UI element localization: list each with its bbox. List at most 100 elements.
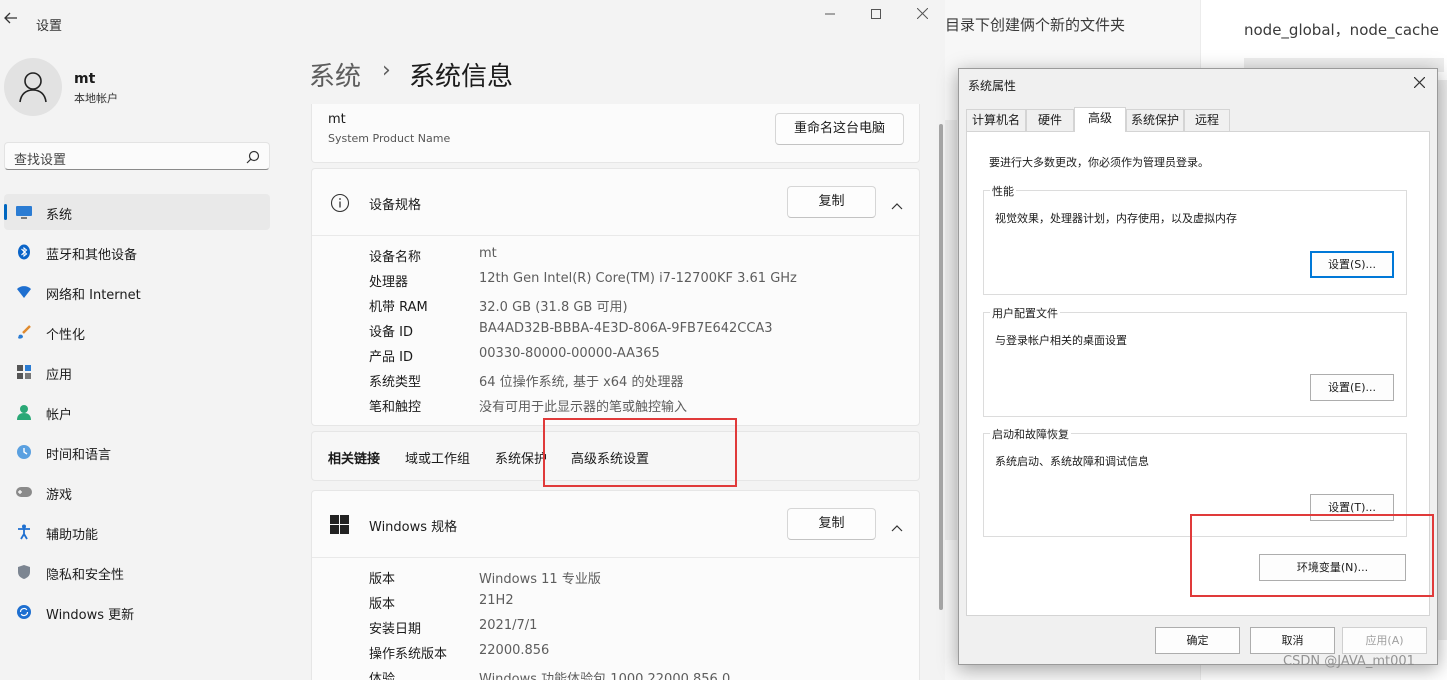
group-description: 与登录帐户相关的桌面设置 <box>995 334 1127 347</box>
close-icon[interactable] <box>1409 73 1429 93</box>
settings-window: 设置 mt 本地帐户 查找设置 系统 蓝牙和其他设备 网络和 Internet … <box>0 0 945 680</box>
sidebar-item-label: 游戏 <box>46 488 73 503</box>
scrollbar[interactable] <box>939 124 943 610</box>
profile-name: mt <box>74 71 96 87</box>
tab-hardware[interactable]: 硬件 <box>1026 109 1074 131</box>
sidebar-item-label: 时间和语言 <box>46 448 112 463</box>
bluetooth-icon <box>15 244 33 260</box>
breadcrumb-separator: › <box>382 58 391 83</box>
spec-value: mt <box>479 246 497 261</box>
sidebar-item-system[interactable]: 系统 <box>4 194 270 230</box>
person-avatar-icon <box>19 72 47 103</box>
sidebar-item-bluetooth[interactable]: 蓝牙和其他设备 <box>4 234 270 270</box>
dialog-title: 系统属性 <box>968 79 1017 93</box>
spec-key: 版本 <box>369 597 396 612</box>
sidebar-item-windows-update[interactable]: Windows 更新 <box>4 594 270 630</box>
copy-device-specs-button[interactable]: 复制 <box>787 186 876 218</box>
device-card: mt System Product Name 重命名这台电脑 <box>311 104 920 163</box>
background-right-text: node_global，node_cache <box>1244 21 1440 39</box>
sidebar-item-personalization[interactable]: 个性化 <box>4 314 270 350</box>
info-icon <box>330 193 350 213</box>
spec-value: 00330-80000-00000-AA365 <box>479 346 660 361</box>
ok-button[interactable]: 确定 <box>1155 627 1240 654</box>
sidebar-item-network[interactable]: 网络和 Internet <box>4 274 270 310</box>
avatar[interactable] <box>4 58 62 116</box>
device-name: mt <box>328 112 346 127</box>
link-system-protection[interactable]: 系统保护 <box>495 448 547 467</box>
cancel-button[interactable]: 取消 <box>1250 627 1335 654</box>
spec-key: 笔和触控 <box>369 400 422 415</box>
tab-computer-name[interactable]: 计算机名 <box>966 109 1026 131</box>
sidebar-item-label: Windows 更新 <box>46 608 135 623</box>
spec-key: 产品 ID <box>369 350 413 365</box>
background-doc-text: 目录下创建俩个新的文件夹 <box>945 16 1126 34</box>
maximize-icon[interactable] <box>866 6 886 26</box>
spec-value: 没有可用于此显示器的笔或触控输入 <box>479 400 688 415</box>
sidebar-item-label: 应用 <box>46 368 73 383</box>
update-icon <box>15 604 33 620</box>
sidebar-item-label: 个性化 <box>46 328 86 343</box>
sidebar-item-apps[interactable]: 应用 <box>4 354 270 390</box>
breadcrumb-parent[interactable]: 系统 <box>309 56 361 93</box>
watermark: CSDN @JAVA_mt001 <box>1283 654 1415 669</box>
close-icon[interactable] <box>912 6 932 26</box>
spec-value: 21H2 <box>479 593 514 608</box>
group-title: 性能 <box>990 183 1016 199</box>
gamepad-icon <box>15 484 33 500</box>
tab-system-protection[interactable]: 系统保护 <box>1126 109 1184 131</box>
apps-icon <box>15 364 33 380</box>
group-description: 视觉效果，处理器计划，内存使用，以及虚拟内存 <box>995 212 1237 225</box>
apply-button[interactable]: 应用(A) <box>1342 627 1427 654</box>
tab-advanced[interactable]: 高级 <box>1074 107 1126 132</box>
back-arrow-icon[interactable] <box>4 10 20 30</box>
rename-pc-button[interactable]: 重命名这台电脑 <box>775 113 904 145</box>
chevron-up-icon[interactable] <box>890 519 904 532</box>
copy-windows-specs-button[interactable]: 复制 <box>787 508 876 540</box>
related-links-label: 相关链接 <box>328 452 381 467</box>
user-profiles-group: 用户配置文件 与登录帐户相关的桌面设置 设置(E)... <box>983 305 1407 417</box>
sidebar-item-gaming[interactable]: 游戏 <box>4 474 270 510</box>
minimize-icon[interactable] <box>820 6 840 26</box>
spec-row: 操作系统版本 22000.856 <box>369 643 909 663</box>
spec-row: 安装日期 2021/7/1 <box>369 618 909 638</box>
spec-value: 64 位操作系统, 基于 x64 的处理器 <box>479 375 684 390</box>
person-icon <box>15 404 33 420</box>
spec-row: 版本 21H2 <box>369 593 909 613</box>
sidebar-item-accessibility[interactable]: 辅助功能 <box>4 514 270 550</box>
sidebar-item-label: 网络和 Internet <box>46 288 141 303</box>
spec-key: 系统类型 <box>369 375 422 390</box>
spec-value: 2021/7/1 <box>479 618 538 633</box>
accessibility-icon <box>15 524 33 540</box>
spec-row: 设备名称 mt <box>369 246 909 266</box>
spec-value: Windows 11 专业版 <box>479 572 601 587</box>
tab-remote[interactable]: 远程 <box>1184 109 1230 131</box>
sidebar-item-accounts[interactable]: 帐户 <box>4 394 270 430</box>
search-placeholder: 查找设置 <box>14 153 67 168</box>
spec-row: 笔和触控 没有可用于此显示器的笔或触控输入 <box>369 396 909 416</box>
page-title: 系统信息 <box>409 62 514 92</box>
sidebar-item-privacy[interactable]: 隐私和安全性 <box>4 554 270 590</box>
background-blur-strip <box>1437 80 1447 640</box>
account-type: 本地帐户 <box>74 92 118 105</box>
app-title: 设置 <box>36 19 63 34</box>
group-title: 用户配置文件 <box>990 305 1060 321</box>
device-model: System Product Name <box>328 132 451 145</box>
shield-icon <box>15 564 33 580</box>
link-domain-workgroup[interactable]: 域或工作组 <box>405 448 470 467</box>
highlight-box <box>1190 514 1434 597</box>
spec-key: 设备名称 <box>369 250 422 265</box>
active-indicator <box>4 204 7 220</box>
chevron-up-icon[interactable] <box>890 197 904 210</box>
brush-icon <box>15 324 33 340</box>
sidebar-item-label: 系统 <box>46 208 73 223</box>
highlight-box <box>543 418 737 487</box>
search-input[interactable]: 查找设置 <box>4 142 270 170</box>
spec-key: 处理器 <box>369 275 409 290</box>
sidebar-item-time-language[interactable]: 时间和语言 <box>4 434 270 470</box>
spec-row: 机带 RAM 32.0 GB (31.8 GB 可用) <box>369 296 909 316</box>
spec-row: 版本 Windows 11 专业版 <box>369 568 909 588</box>
search-icon[interactable] <box>246 149 260 164</box>
performance-settings-button[interactable]: 设置(S)... <box>1310 251 1394 278</box>
divider <box>312 235 919 236</box>
user-profiles-settings-button[interactable]: 设置(E)... <box>1310 374 1394 401</box>
